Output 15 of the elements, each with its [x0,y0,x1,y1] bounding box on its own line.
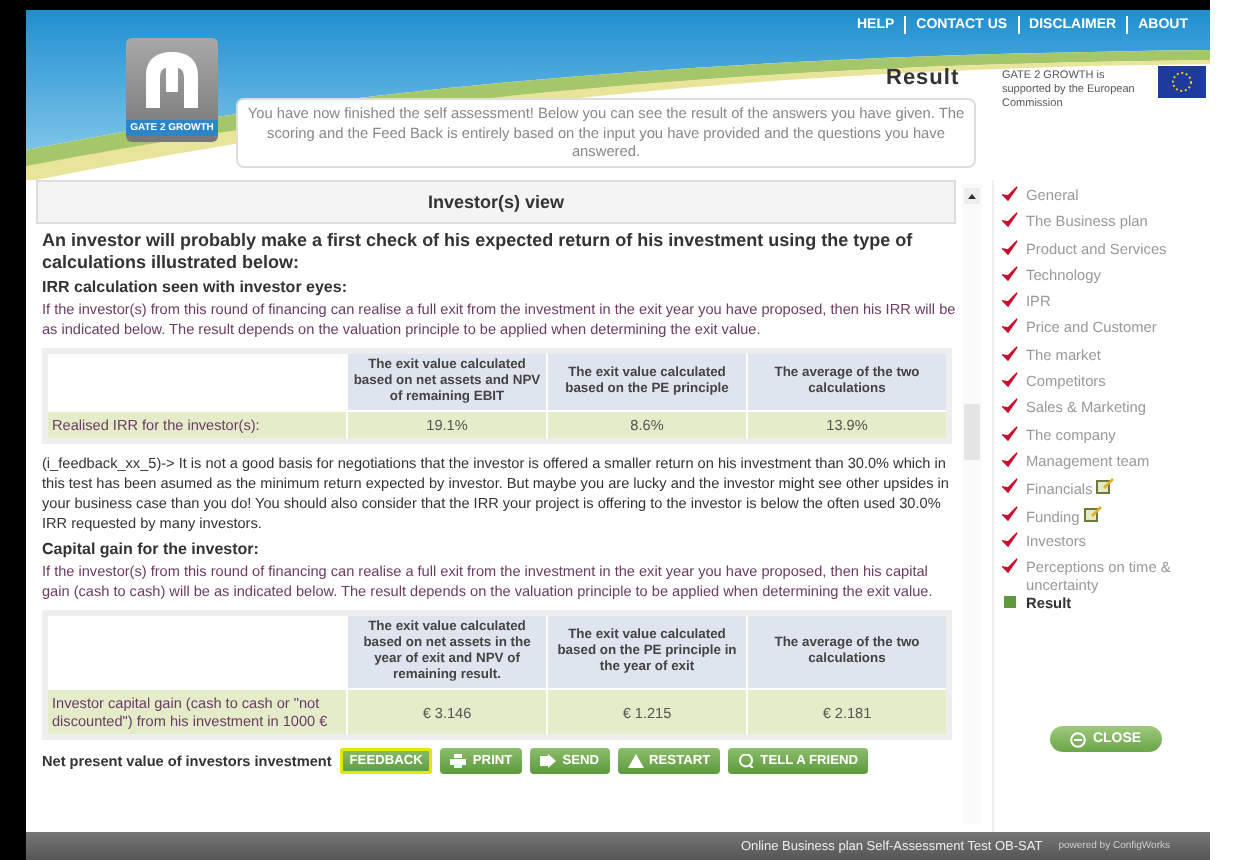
printer-icon [450,754,467,768]
minus-circle-icon [1070,731,1087,747]
section-heading: Capital gain for the investor: [42,540,261,560]
page-title: Result [886,66,960,90]
flag-icon [1158,66,1206,98]
send-arrow-icon [540,754,557,768]
speech-bubble-icon [738,754,755,768]
panel-title: Investor(s) view [36,180,956,224]
scroll-up-icon[interactable] [964,188,980,204]
section-heading: IRR calculation seen with investor eyes: [42,278,349,298]
scrollbar[interactable] [962,184,982,824]
arch-icon [140,48,204,108]
scroll-thumb[interactable] [964,404,980,460]
triangle-icon [627,754,644,768]
intro-heading: An investor will probably make a first check of his expected return of his investment using the type of calculations illustrated below: [42,230,915,274]
